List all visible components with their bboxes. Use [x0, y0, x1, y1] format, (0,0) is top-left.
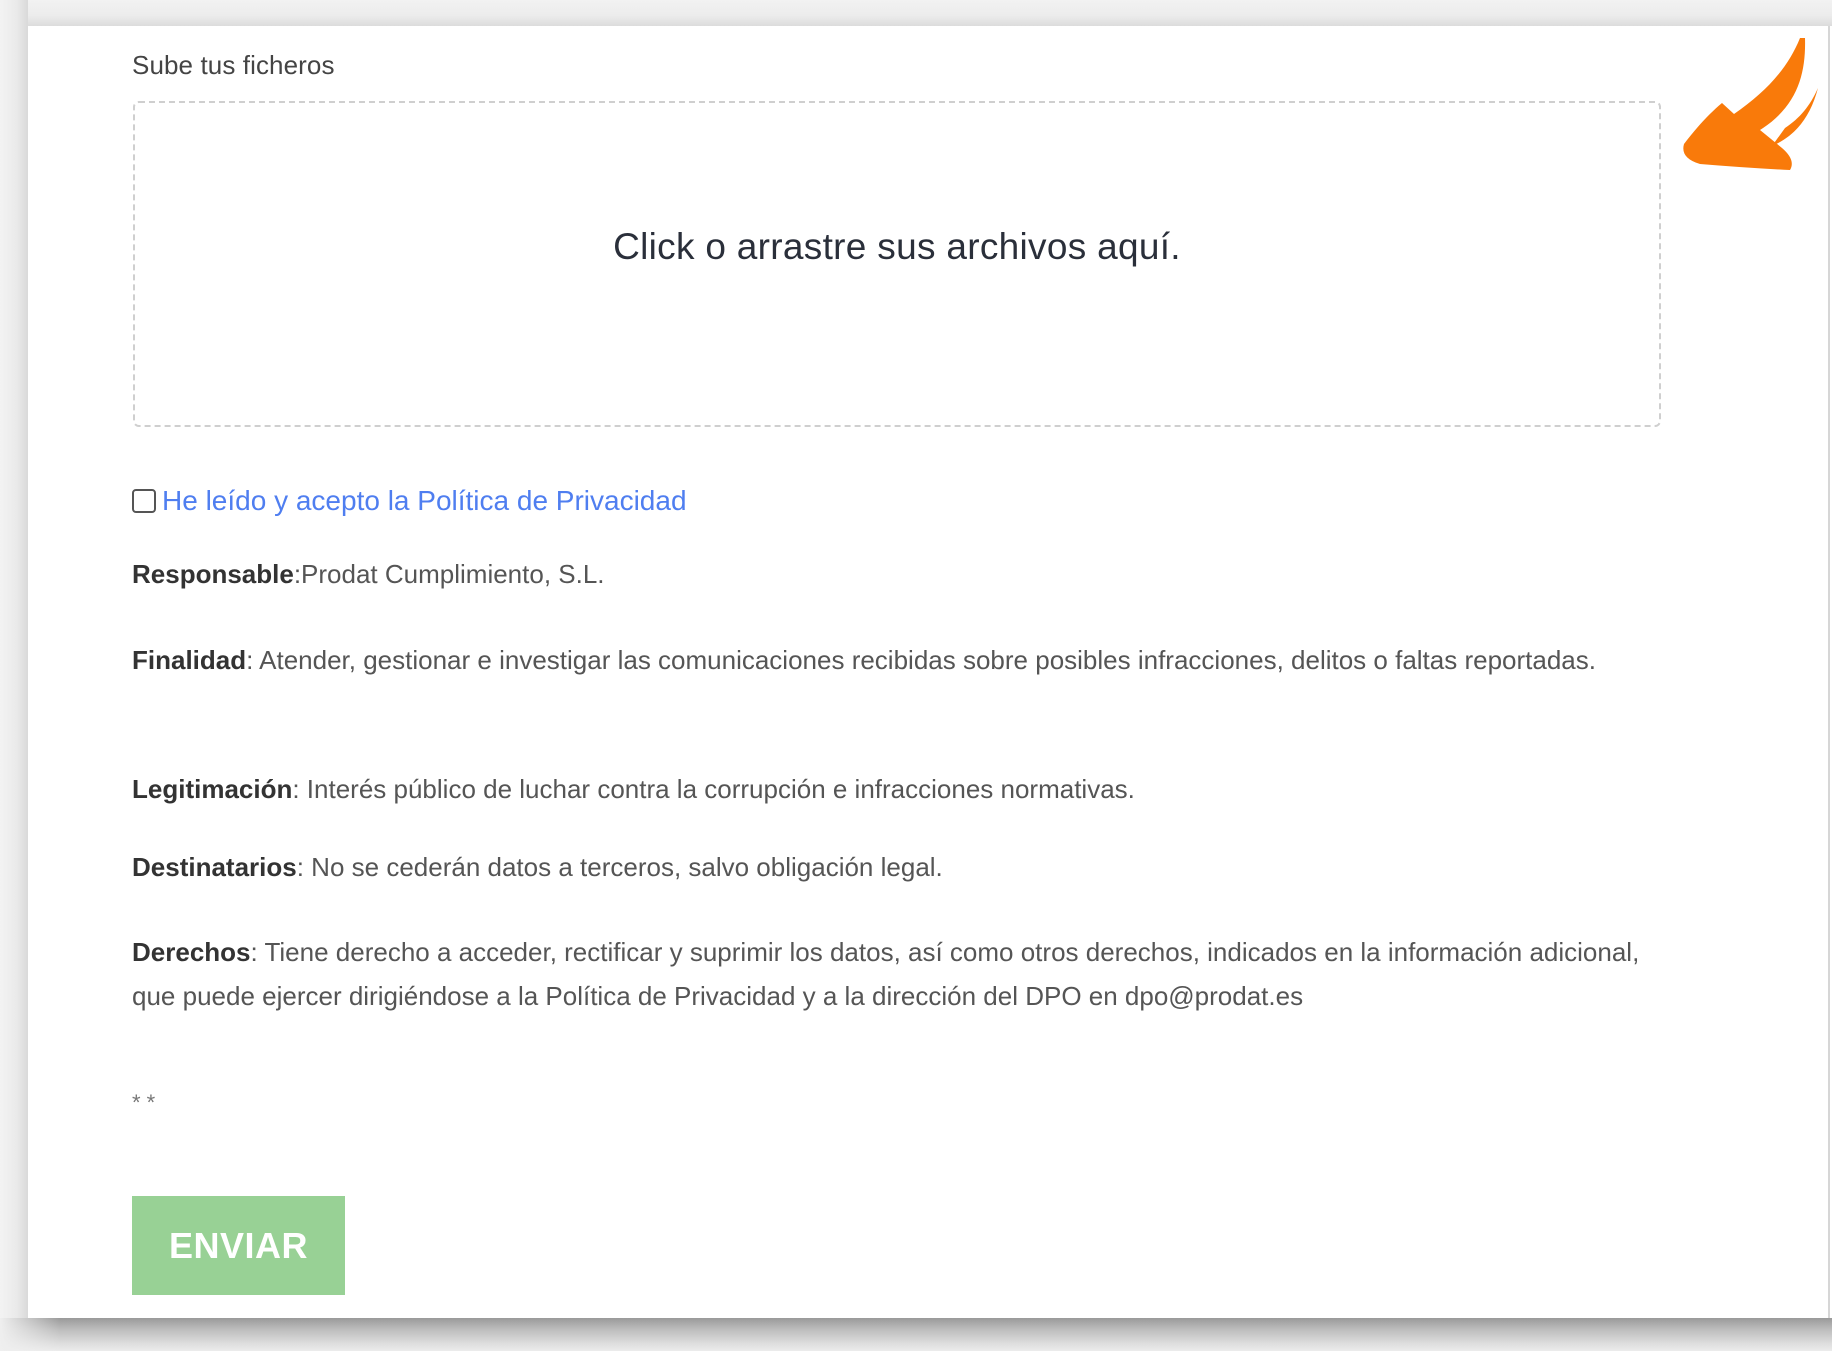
info-text: : No se cederán datos a terceros, salvo … [296, 852, 943, 882]
screenshot-frame-bottom [0, 1318, 1832, 1351]
submit-button[interactable]: ENVIAR [132, 1196, 345, 1295]
info-legitimacion: Legitimación: Interés público de luchar … [132, 767, 1672, 811]
panel-right-border [1828, 26, 1830, 1318]
info-label: Responsable [132, 559, 294, 589]
screenshot-frame-top [0, 0, 1832, 26]
info-text: : Atender, gestionar e investigar las co… [246, 645, 1596, 675]
privacy-consent: He leído y acepto la Política de Privaci… [132, 485, 687, 517]
info-derechos: Derechos: Tiene derecho a acceder, recti… [132, 930, 1672, 1018]
privacy-policy-link[interactable]: He leído y acepto la Política de Privaci… [162, 485, 687, 517]
info-label: Legitimación [132, 774, 293, 804]
info-label: Derechos [132, 937, 251, 967]
info-finalidad: Finalidad: Atender, gestionar e investig… [132, 638, 1672, 682]
info-text: : Interés público de luchar contra la co… [292, 774, 1135, 804]
arrow-icon [1683, 38, 1818, 170]
required-marks: * * [132, 1090, 156, 1115]
info-responsable: Responsable:Prodat Cumplimiento, S.L. [132, 552, 1672, 596]
screenshot-frame-left [0, 0, 28, 1351]
info-text: :Prodat Cumplimiento, S.L. [293, 559, 605, 589]
privacy-checkbox[interactable] [132, 489, 156, 513]
info-label: Finalidad [132, 645, 247, 675]
info-text: : Tiene derecho a acceder, rectificar y … [132, 937, 1640, 1011]
dropzone-text: Click o arrastre sus archivos aquí. [613, 226, 1181, 267]
file-dropzone[interactable]: Click o arrastre sus archivos aquí. [133, 101, 1661, 427]
upload-label: Sube tus ficheros [132, 50, 335, 80]
info-label: Destinatarios [132, 852, 297, 882]
screenshot-frame-bottom-fade [0, 1318, 60, 1351]
info-destinatarios: Destinatarios: No se cederán datos a ter… [132, 845, 1672, 889]
